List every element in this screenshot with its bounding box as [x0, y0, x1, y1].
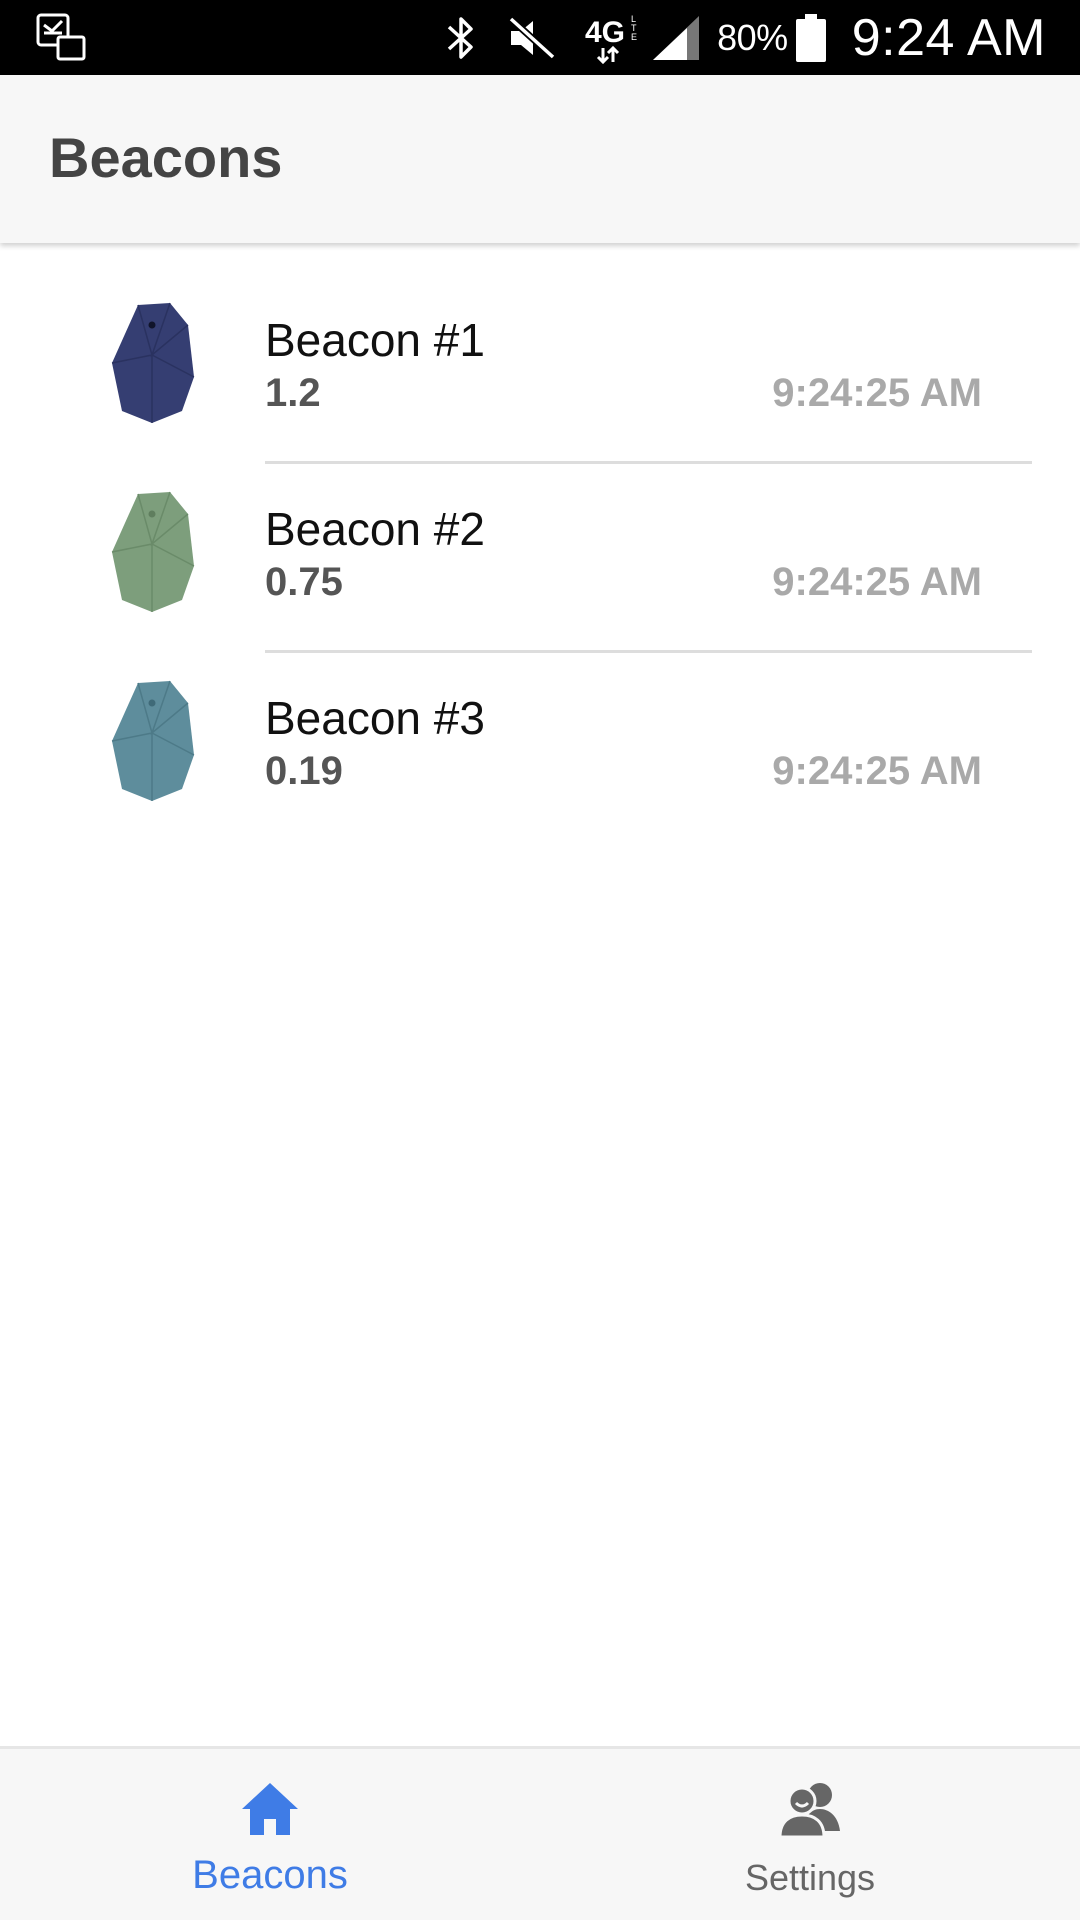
- beacon-name: Beacon #1: [265, 314, 485, 366]
- beacon-list-item[interactable]: Beacon #2 0.75 9:24:25 AM: [0, 491, 1080, 691]
- status-icons: 4G L T E 80% 9:24 AM: [441, 0, 1046, 75]
- home-icon: [238, 1779, 302, 1839]
- tab-beacons[interactable]: Beacons: [0, 1749, 540, 1920]
- beacon-distance: 1.2: [265, 371, 321, 415]
- tab-settings[interactable]: Settings: [540, 1749, 1080, 1920]
- battery-icon: [795, 13, 826, 62]
- tab-label: Beacons: [192, 1853, 348, 1897]
- beacon-icon: [108, 679, 198, 803]
- svg-text:4G: 4G: [585, 16, 625, 49]
- beacon-distance: 0.19: [265, 749, 343, 793]
- beacon-list-item[interactable]: Beacon #3 0.19 9:24:25 AM: [0, 680, 1080, 880]
- tab-label: Settings: [744, 1857, 876, 1898]
- signal-icon: [651, 14, 701, 62]
- bluetooth-icon: [441, 13, 481, 63]
- beacon-distance: 0.75: [265, 560, 343, 604]
- status-bar: 4G L T E 80% 9:24 AM: [0, 0, 1080, 75]
- divider: [265, 461, 1032, 464]
- app-header: Beacons: [0, 75, 1080, 243]
- beacon-list: Beacon #1 1.2 9:24:25 AM Beacon #2 0.75 …: [0, 243, 1080, 880]
- bottom-tab-bar: Beacons Settings: [0, 1746, 1080, 1920]
- beacon-timestamp: 9:24:25 AM: [772, 560, 982, 604]
- beacon-icon: [108, 301, 198, 425]
- beacon-timestamp: 9:24:25 AM: [772, 371, 982, 415]
- svg-text:E: E: [631, 32, 637, 42]
- battery-percent: 80%: [717, 16, 788, 58]
- beacon-icon: [108, 490, 198, 614]
- screen: 4G L T E 80% 9:24 AM Beacons Beacon #1 1…: [0, 0, 1080, 1920]
- users-icon: [778, 1779, 842, 1839]
- beacon-name: Beacon #3: [265, 692, 485, 744]
- beacon-name: Beacon #2: [265, 503, 485, 555]
- 4g-lte-icon: 4G L T E: [585, 12, 645, 64]
- beacon-timestamp: 9:24:25 AM: [772, 749, 982, 793]
- screenshot-icon: [36, 13, 88, 63]
- mute-icon: [507, 15, 557, 61]
- divider: [265, 650, 1032, 653]
- page-title: Beacons: [49, 126, 283, 189]
- status-time: 9:24 AM: [851, 8, 1046, 67]
- beacon-list-item[interactable]: Beacon #1 1.2 9:24:25 AM: [0, 302, 1080, 502]
